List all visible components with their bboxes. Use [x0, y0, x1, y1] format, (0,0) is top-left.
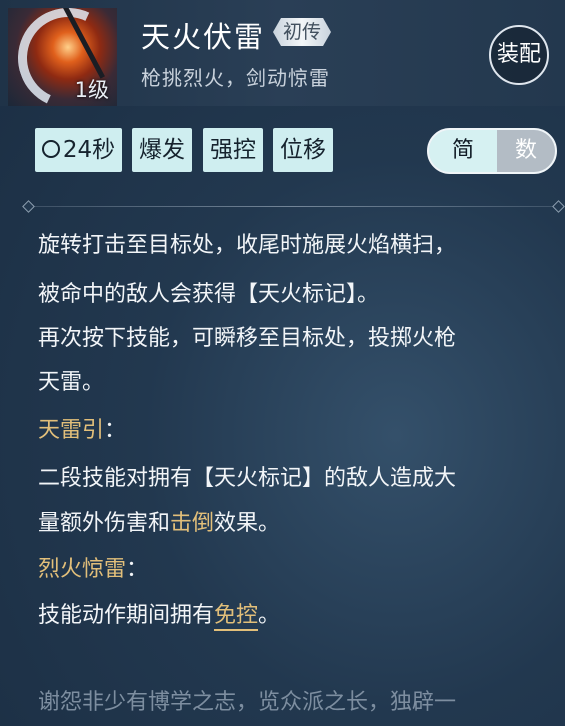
divider-left-diamond: [22, 200, 35, 213]
description-text: 量额外伤害和: [38, 511, 171, 536]
description-line: 天雷。: [38, 370, 105, 395]
mode-simple-option[interactable]: 简: [429, 130, 497, 172]
description-line: 技能动作期间拥有免控。: [38, 597, 558, 634]
rank-badge: 初传: [273, 18, 331, 46]
effect-colon: ：: [104, 418, 127, 443]
effect-heading: 烈火惊雷：: [38, 551, 558, 588]
description-line: 二段技能对拥有【天火标记】的敌人造成大: [38, 466, 457, 491]
tag-burst: 爆发: [132, 128, 192, 172]
description-text: 技能动作期间拥有: [38, 603, 215, 628]
cooldown-tag: 24秒: [35, 128, 122, 172]
description-line: 再次按下技能，可瞬移至目标处，投掷火枪: [38, 326, 457, 351]
description-mode-toggle[interactable]: 简 数: [427, 128, 557, 174]
description-line: 量额外伤害和击倒效果。: [38, 505, 558, 542]
skill-subtitle: 枪挑烈火，剑动惊雷: [141, 66, 330, 90]
cooldown-value: 24秒: [62, 137, 116, 163]
effect-title: 天雷引: [38, 418, 105, 443]
skill-fire-spear-icon: 1级: [8, 8, 117, 106]
description-text: 。: [258, 603, 281, 628]
description-line: 旋转打击至目标处，收尾时施展火焰横扫，: [38, 233, 457, 258]
skill-header: 1级 天火伏雷 初传 枪挑烈火，剑动惊雷 装配: [0, 0, 565, 106]
section-divider: [28, 206, 558, 207]
mode-detail-option[interactable]: 数: [497, 130, 555, 172]
keyword-knockdown[interactable]: 击倒: [170, 511, 214, 536]
clock-icon: [41, 139, 60, 158]
description-line: 被命中的敌人会获得【天火标记】。: [38, 282, 380, 307]
divider-right-diamond: [552, 200, 565, 213]
effect-heading: 天雷引：: [38, 412, 558, 449]
description-text: 效果。: [214, 511, 281, 536]
tag-control: 强控: [203, 128, 263, 172]
tag-displacement: 位移: [273, 128, 333, 172]
equip-button[interactable]: 装配: [489, 25, 549, 85]
effect-title: 烈火惊雷: [38, 557, 127, 582]
skill-name: 天火伏雷: [141, 20, 266, 54]
skill-level: 1级: [74, 78, 109, 102]
keyword-control-immunity[interactable]: 免控: [214, 603, 259, 631]
effect-colon: ：: [126, 557, 149, 582]
lore-text: 谢怨非少有博学之志，览众派之长，独辟一: [38, 690, 457, 715]
